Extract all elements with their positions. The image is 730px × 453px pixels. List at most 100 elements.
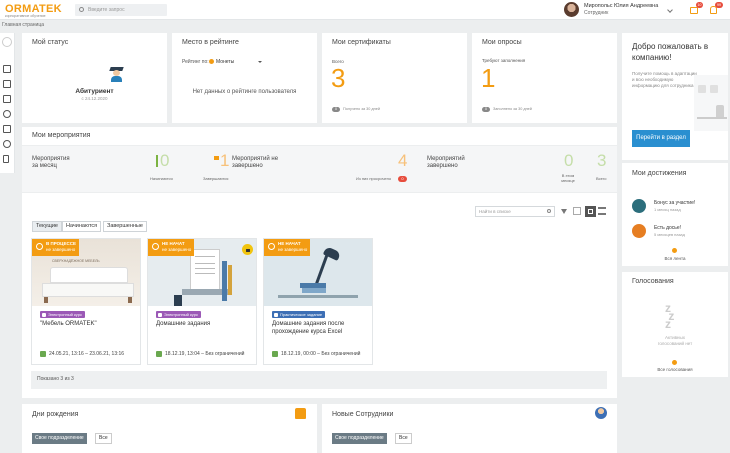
rating-empty-text: Нет данных о рейтинге пользователя [192,89,297,95]
achievements-link[interactable]: Вся лента [622,256,728,261]
events-list-card: Найти в списке Текущие Начинаются Заверш… [22,193,617,398]
course-status-badge: В ПРОЦЕССЕ не завершено [32,239,79,256]
calendar-icon [40,351,46,357]
course-card[interactable]: СВЕРХНАДЁЖНОЕ МЕБЕЛЬ В ПРОЦЕССЕ не завер… [31,238,141,365]
user-role: Сотрудник [584,10,609,16]
user-menu-chevron-icon[interactable] [667,7,673,13]
events-month-label: Мероприятия за месяц [32,156,70,169]
mobile-icon[interactable] [3,155,9,163]
achievement-name[interactable]: Есть досье! [654,225,681,231]
surveys-month-badge: 0 [482,107,490,112]
course-title[interactable]: Домашние задания после прохождение курса… [272,321,368,336]
events-finished-month-label: В этом месяце [561,173,575,183]
events-search-placeholder: Найти в списке [479,209,511,214]
events-stats: Мероприятия за месяц 0 Начинаются 1 Заве… [22,146,617,192]
status-title: Мой статус [32,39,69,46]
tab-starting[interactable]: Начинаются [62,221,102,232]
status-progress-icon [36,243,43,250]
rating-select[interactable]: Монеты [216,59,234,65]
votes-expand-icon[interactable] [672,360,677,365]
logo[interactable]: ORMATEK корпоративное обучение [5,3,62,18]
events-end-value[interactable]: 1 [220,151,229,171]
events-finished-label: Мероприятий завершено [427,156,465,169]
tab-current[interactable]: Текущие [32,221,62,232]
events-unfinished-value[interactable]: 4 [398,151,407,171]
filter-icon[interactable] [561,209,567,214]
welcome-card: Добро пожаловать в компанию! Получите по… [622,33,728,160]
status-value: Абитуриент [75,88,114,95]
user-name[interactable]: Миропольс Юлия Андреевна [584,3,658,9]
course-status: В ПРОЦЕССЕ [46,241,76,246]
course-card[interactable]: НЕ НАЧАТ не завершено Практическое задан… [263,238,373,365]
search-icon [79,7,84,12]
tab-finished[interactable]: Завершенные [103,221,147,232]
view-grid-icon[interactable] [585,206,596,217]
avatar[interactable] [564,2,579,17]
view-list-icon[interactable] [598,207,606,215]
calendar-icon [156,351,162,357]
votes-title: Голосования [632,278,674,285]
course-dates: 18.12.19, 13:04 – Без ограничений [165,351,245,357]
course-card[interactable]: НЕ НАЧАТ не завершено Электронный курс Д… [147,238,257,365]
course-title[interactable]: "Мебель ORMATEK" [40,321,136,329]
events-start-value[interactable]: 0 [160,151,169,171]
calendar-icon[interactable] [3,95,11,103]
achievements-expand-icon[interactable] [672,248,677,253]
votes-card: Голосования z zz Активных голосований не… [622,272,728,377]
new-employee-avatar-icon [595,407,607,419]
votes-link[interactable]: Все голосования [622,367,728,372]
new-staff-card: Новые Сотрудники Свое подразделение Все [322,404,617,453]
course-type-tag: Электронный курс [156,311,201,318]
cake-icon [295,408,306,419]
course-title[interactable]: Домашние задания [156,321,252,329]
certificates-month-note: Получено за 30 дней [343,107,380,111]
welcome-title: Добро пожаловать в компанию! [632,42,709,62]
votes-empty-text: Активных голосований нет [657,335,693,346]
events-finished-total-value[interactable]: 3 [597,151,606,171]
certificates-card: Мои сертификаты Всего 3 0 Получено за 30… [322,33,467,123]
course-status-badge: НЕ НАЧАТ не завершено [264,239,311,256]
sleep-zzz-icon: z zz [665,301,675,331]
left-sidebar [0,33,15,173]
course-type-tag: Практическое задание [272,311,326,318]
home-icon[interactable] [3,65,11,73]
events-finished-total-label: Всего [596,176,607,181]
birthdays-tab-own-department[interactable]: Свое подразделение [32,433,87,444]
new-staff-tab-all[interactable]: Все [395,433,412,444]
events-overdue-label: Из них просрочено [356,176,392,181]
surveys-required-count[interactable]: 1 [481,63,495,94]
sidebar-toggle-chevron-icon[interactable] [2,37,12,47]
key-icon[interactable] [3,140,11,148]
events-end-label: Завершаются [203,176,229,181]
clock-icon[interactable] [3,110,11,118]
achievement-name[interactable]: Бонус за участие! [654,200,695,206]
achievement-badge-icon [632,199,646,213]
layers-icon[interactable] [3,80,11,88]
birthdays-title: Дни рождения [32,411,79,418]
events-overdue-badge: 0 [398,176,407,182]
events-finished-month-value[interactable]: 0 [564,151,573,171]
messages-icon[interactable] [690,7,698,14]
course-status-sub: не завершено [46,246,76,252]
rating-select-chevron-icon[interactable] [258,61,262,63]
welcome-button[interactable]: Перейти в раздел [632,130,690,147]
search-input[interactable]: Введите запрос [88,7,125,13]
events-shown-count-bar: Показано 3 из 3 [31,371,607,389]
search-box[interactable]: Введите запрос [75,4,167,16]
view-tiles-small-icon[interactable] [573,207,581,215]
new-staff-tab-own-department[interactable]: Свое подразделение [332,433,387,444]
calendar-icon [272,351,278,357]
course-type-tag: Электронный курс [40,311,85,318]
achievement-date: 5 месяцев назад [654,232,685,237]
search-icon[interactable] [547,209,551,213]
status-not-started-icon [152,243,159,250]
breadcrumb[interactable]: Главная страница [2,22,44,28]
certificates-total[interactable]: 3 [331,63,345,94]
events-start-arrow-icon [156,155,158,167]
course-dates: 18.12.19, 00:00 – Без ограничений [281,351,361,357]
birthdays-tab-all[interactable]: Все [95,433,112,444]
lock-icon [242,244,253,255]
library-icon[interactable] [3,125,11,133]
events-search-input[interactable]: Найти в списке [475,206,555,217]
course-status-sub: не завершено [278,246,308,252]
